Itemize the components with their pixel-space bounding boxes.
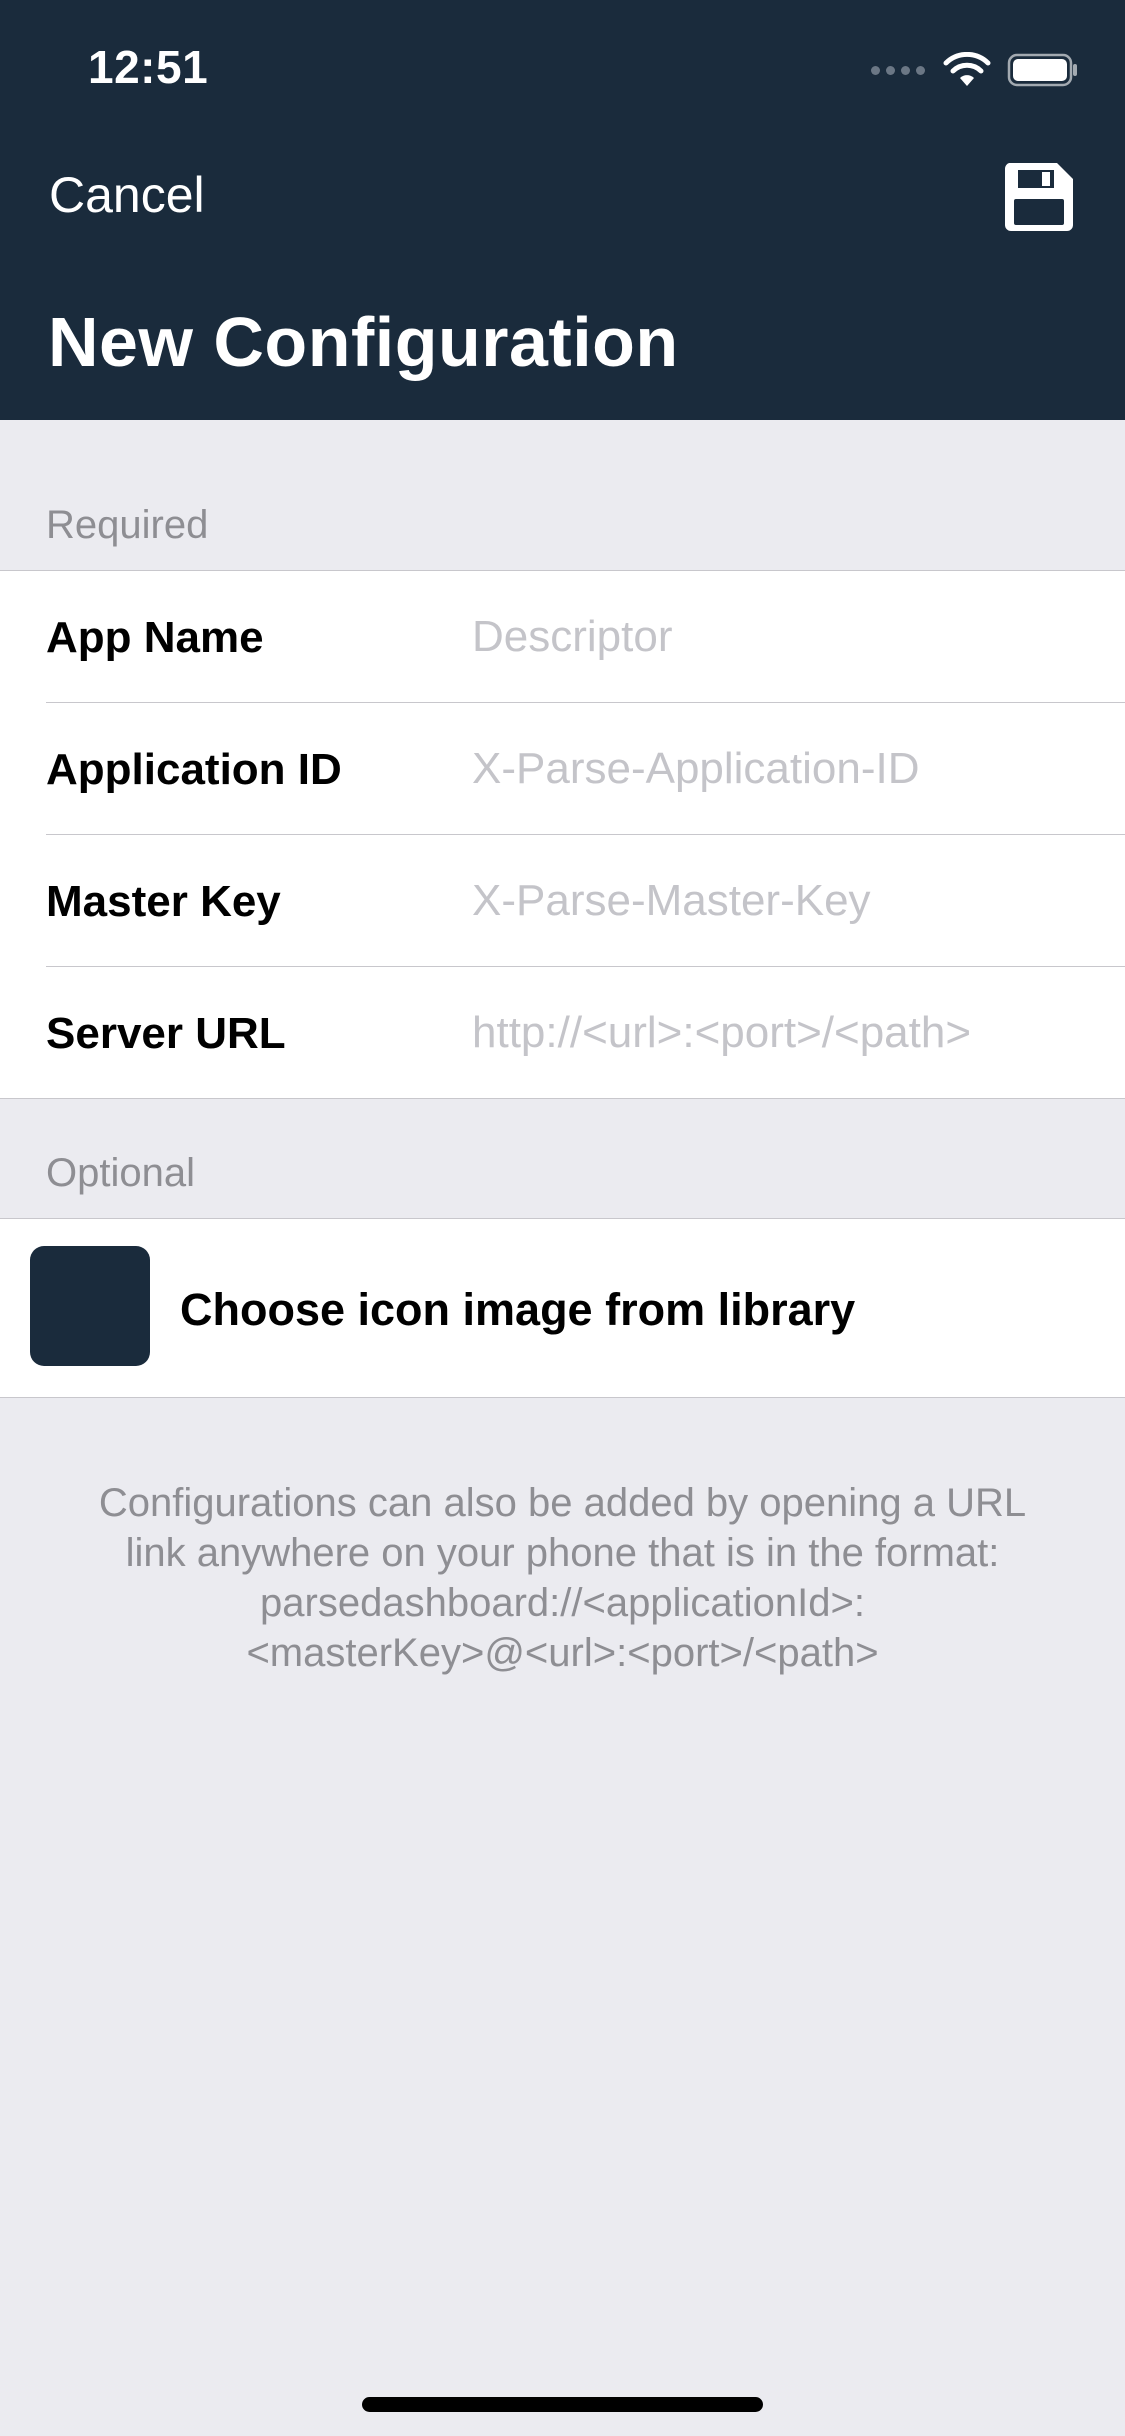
application-id-label: Application ID [46, 745, 342, 794]
footer-note-line: <masterKey>@<url>:<port>/<path> [246, 1631, 879, 1675]
page-title: New Configuration [48, 303, 679, 381]
application-id-input[interactable] [472, 737, 1092, 801]
choose-icon-label[interactable]: Choose icon image from library [180, 1284, 855, 1336]
application-id-row[interactable]: Application ID [0, 703, 1125, 835]
signal-dots-icon [871, 65, 925, 75]
section-header-required: Required [46, 503, 209, 547]
wifi-icon [943, 52, 991, 86]
footer-note: Configurations can also be added by open… [40, 1478, 1085, 1678]
status-bar-time: 12:51 [88, 41, 209, 93]
choose-icon-row[interactable]: Choose icon image from library [0, 1219, 1125, 1397]
server-url-row[interactable]: Server URL [0, 967, 1125, 1099]
app-icon-swatch[interactable] [30, 1246, 150, 1366]
master-key-input[interactable] [472, 869, 1092, 933]
status-bar-icons [871, 50, 1079, 90]
optional-fields-group: Choose icon image from library [0, 1218, 1125, 1398]
required-fields-group: App Name Application ID Master Key Serve… [0, 570, 1125, 1099]
home-indicator[interactable] [362, 2397, 763, 2412]
navigation-header: 12:51 Cancel New Configuration [0, 0, 1125, 420]
server-url-input[interactable] [472, 1001, 1092, 1065]
cancel-button[interactable]: Cancel [49, 166, 205, 224]
app-name-row[interactable]: App Name [0, 571, 1125, 703]
app-name-label: App Name [46, 613, 264, 662]
section-header-optional: Optional [46, 1151, 195, 1195]
footer-note-line: Configurations can also be added by open… [98, 1481, 1027, 1525]
footer-note-line: link anywhere on your phone that is in t… [125, 1531, 1000, 1575]
master-key-label: Master Key [46, 877, 281, 926]
battery-icon [1007, 53, 1077, 87]
app-name-input[interactable] [472, 605, 1092, 669]
master-key-row[interactable]: Master Key [0, 835, 1125, 967]
footer-note-line: parsedashboard://<applicationId>: [260, 1581, 865, 1625]
server-url-label: Server URL [46, 1009, 286, 1058]
floppy-disk-icon[interactable] [1003, 161, 1075, 233]
